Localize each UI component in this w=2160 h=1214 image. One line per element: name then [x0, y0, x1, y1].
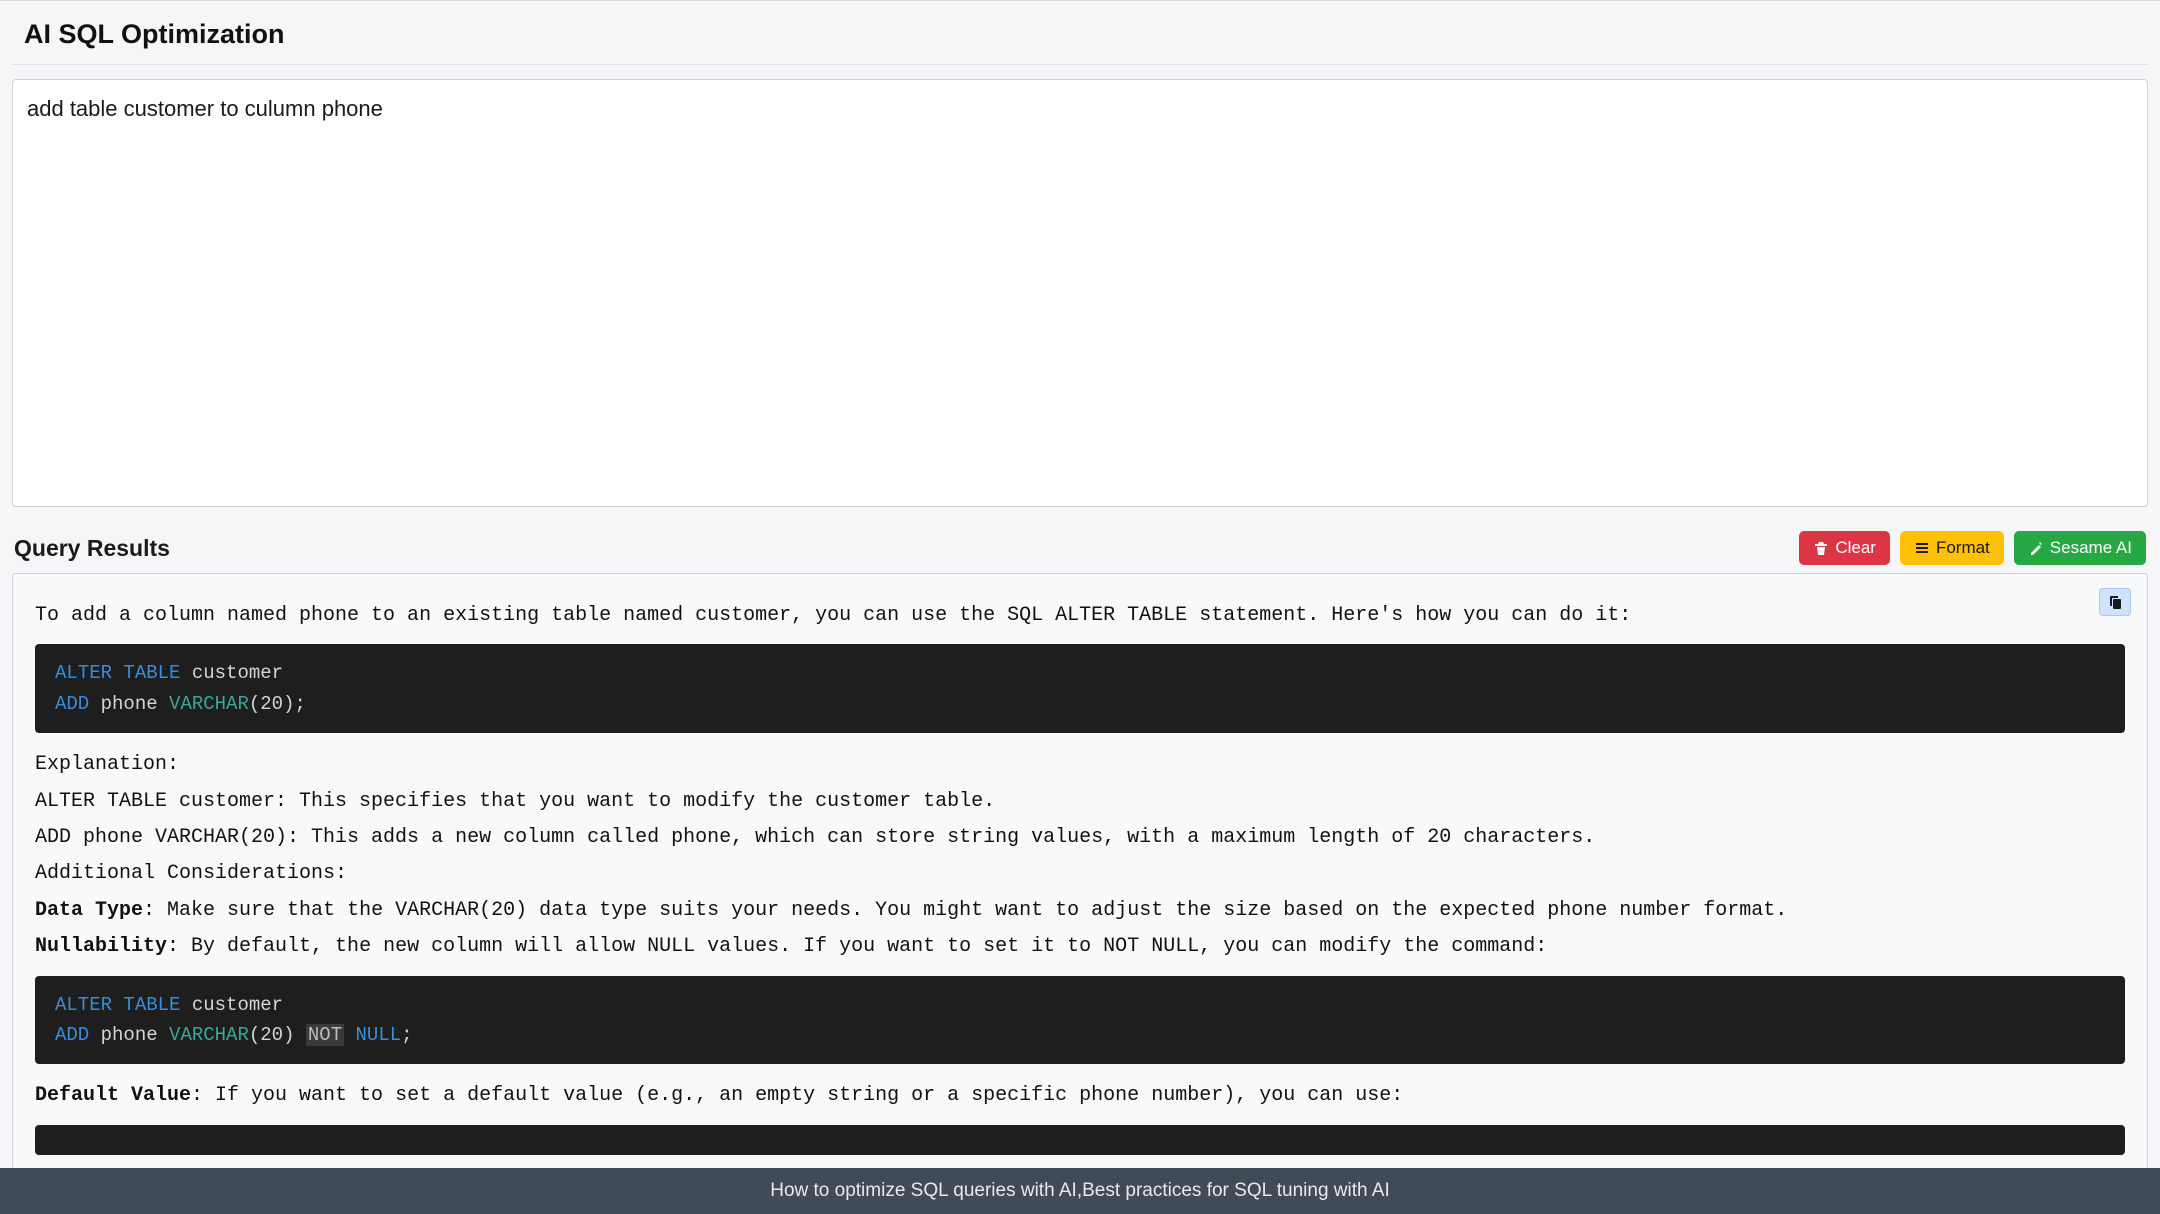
title-separator [12, 64, 2148, 65]
query-text: add table customer to culumn phone [27, 96, 2133, 122]
code-block-1: ALTER TABLE customer ADD phone VARCHAR(2… [35, 644, 2125, 733]
results-panel: To add a column named phone to an existi… [12, 573, 2148, 1169]
main-scroll[interactable]: AI SQL Optimization add table customer t… [0, 1, 2160, 1169]
footer-text: How to optimize SQL queries with AI,Best… [770, 1180, 1390, 1202]
magic-icon [2028, 540, 2044, 556]
code-block-3 [35, 1125, 2125, 1155]
explain-1: ALTER TABLE customer: This specifies tha… [35, 784, 2125, 820]
datatype-line: Data Type: Make sure that the VARCHAR(20… [35, 893, 2125, 929]
clear-label: Clear [1835, 538, 1876, 558]
clear-button[interactable]: Clear [1799, 531, 1890, 565]
ai-label: Sesame AI [2050, 538, 2132, 558]
page-title: AI SQL Optimization [12, 1, 2148, 64]
trash-icon [1813, 540, 1829, 556]
nullability-line: Nullability: By default, the new column … [35, 929, 2125, 965]
sesame-ai-button[interactable]: Sesame AI [2014, 531, 2146, 565]
explain-2: ADD phone VARCHAR(20): This adds a new c… [35, 820, 2125, 856]
results-toolbar: Clear Format Sesame AI [1799, 531, 2146, 565]
results-body: To add a column named phone to an existi… [35, 598, 2125, 1155]
results-header: Query Results Clear Format Sesame AI [12, 531, 2148, 573]
format-label: Format [1936, 538, 1990, 558]
explain-heading: Explanation: [35, 747, 2125, 783]
list-icon [1914, 540, 1930, 556]
considerations-heading: Additional Considerations: [35, 856, 2125, 892]
copy-icon [2107, 594, 2123, 610]
intro-text: To add a column named phone to an existi… [35, 598, 2125, 634]
format-button[interactable]: Format [1900, 531, 2004, 565]
footer-bar: How to optimize SQL queries with AI,Best… [0, 1168, 2160, 1214]
code-block-2: ALTER TABLE customer ADD phone VARCHAR(2… [35, 976, 2125, 1065]
results-title: Query Results [14, 535, 170, 562]
copy-button[interactable] [2099, 588, 2131, 616]
query-input[interactable]: add table customer to culumn phone [12, 79, 2148, 507]
default-line: Default Value: If you want to set a defa… [35, 1078, 2125, 1114]
